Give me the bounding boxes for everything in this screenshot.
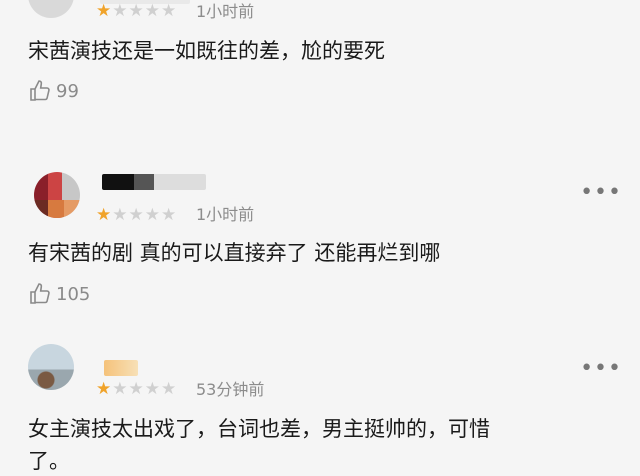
star-icon: ★★★★ — [112, 1, 178, 21]
username[interactable] — [104, 360, 138, 376]
avatar[interactable] — [28, 0, 74, 18]
star-rating: ★★★★★ — [96, 2, 177, 20]
like-count: 105 — [56, 283, 91, 305]
thumbs-up-icon — [30, 283, 50, 304]
more-dots-icon[interactable]: ••• — [580, 356, 622, 381]
comment-item: ★★★★★ 1小时前 ••• 有宋茜的剧 真的可以直接弃了 还能再烂到哪 105 — [0, 150, 640, 330]
comment-time: 1小时前 — [196, 2, 255, 21]
comment-text: 有宋茜的剧 真的可以直接弃了 还能再烂到哪 — [28, 241, 441, 265]
comment-time: 1小时前 — [196, 205, 255, 224]
comment-item: ★★★★★ 53分钟前 ••• 女主演技太出戏了，台词也差，男主挺帅的，可惜 了… — [0, 330, 640, 473]
comment-text: 女主演技太出戏了，台词也差，男主挺帅的，可惜 — [28, 417, 490, 441]
star-icon: ★★★★ — [112, 205, 178, 225]
like-count: 99 — [56, 80, 79, 102]
more-dots-icon[interactable]: ••• — [580, 180, 622, 205]
comment-time: 53分钟前 — [196, 380, 265, 399]
like-button[interactable]: 99 — [28, 79, 79, 103]
like-button[interactable]: 105 — [28, 282, 90, 306]
star-icon: ★ — [96, 379, 113, 399]
star-icon: ★★★★ — [112, 379, 178, 399]
star-rating: ★★★★★ — [96, 380, 177, 398]
star-rating: ★★★★★ — [96, 206, 177, 224]
avatar[interactable] — [28, 344, 74, 390]
avatar[interactable] — [34, 172, 80, 218]
comment-text: 宋茜演技还是一如既往的差，尬的要死 — [28, 39, 385, 63]
thumbs-up-icon — [30, 80, 50, 101]
star-icon: ★ — [96, 1, 113, 21]
star-icon: ★ — [96, 205, 113, 225]
username[interactable] — [102, 174, 206, 190]
comment-item: ★★★★★ 1小时前 宋茜演技还是一如既往的差，尬的要死 99 — [0, 0, 640, 150]
